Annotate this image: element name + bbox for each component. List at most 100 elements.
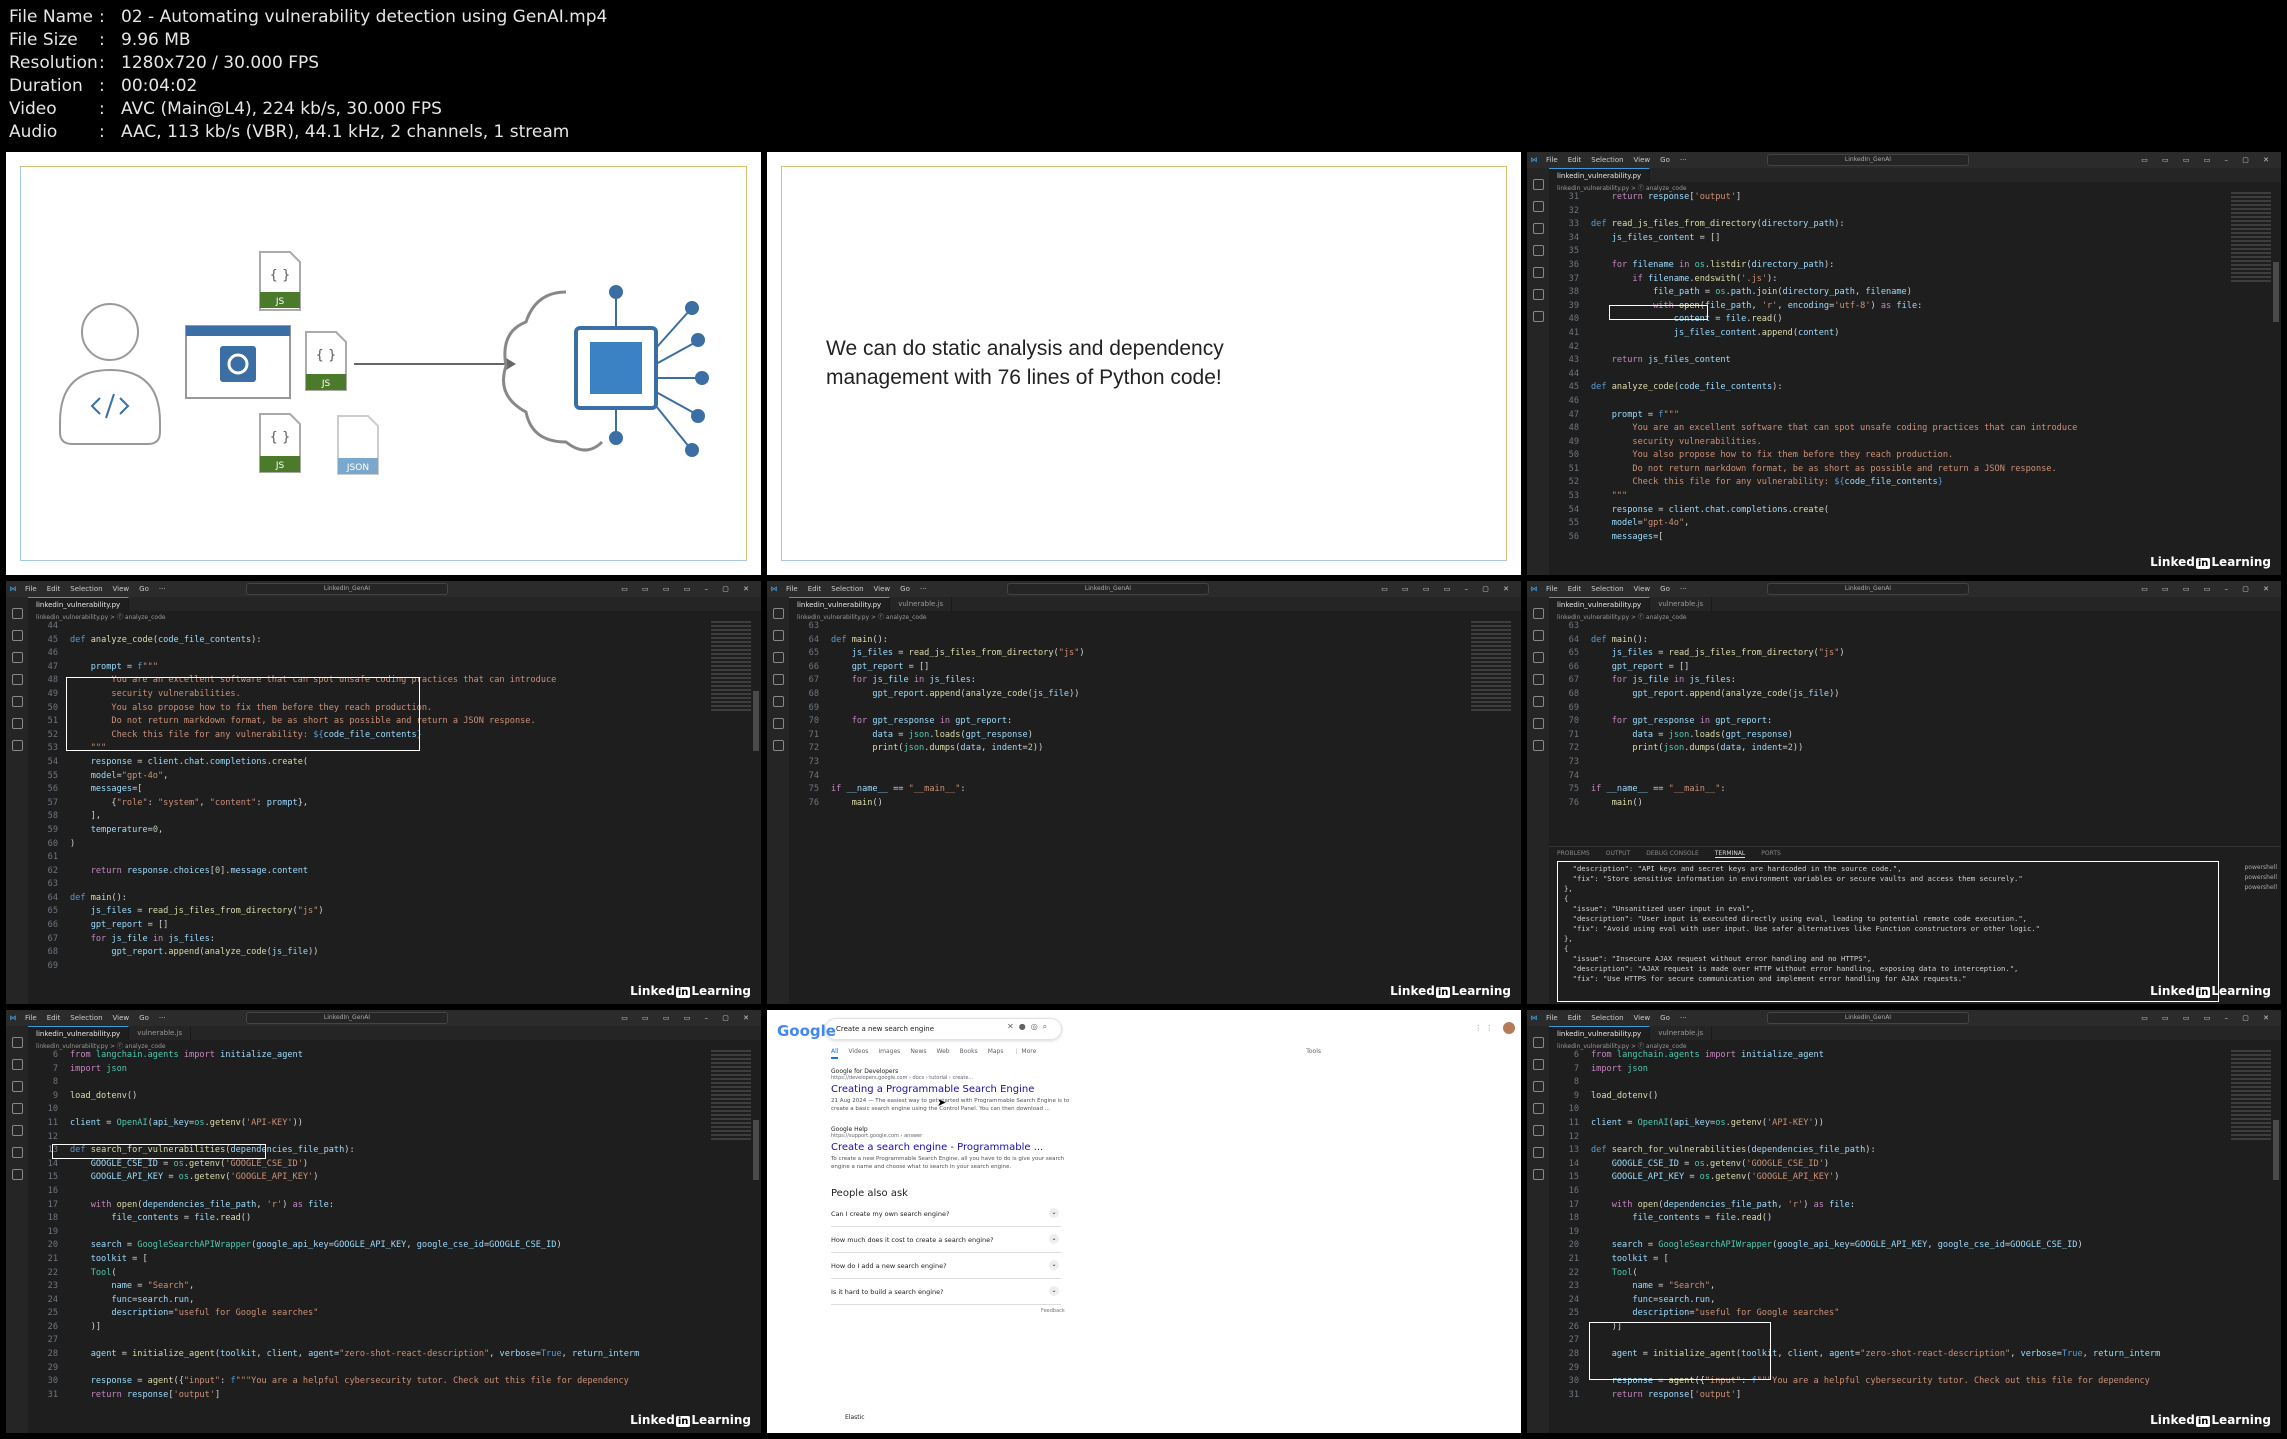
extensions-icon[interactable]: [11, 1125, 23, 1136]
menu-go[interactable]: Go: [1660, 585, 1670, 593]
run-debug-icon[interactable]: [1532, 674, 1544, 685]
terminal-instance[interactable]: powershell: [2245, 863, 2278, 873]
menu-file[interactable]: File: [25, 585, 37, 593]
menu-more[interactable]: ···: [1680, 1014, 1687, 1022]
source-control-icon[interactable]: [11, 652, 23, 663]
menu-selection[interactable]: Selection: [70, 585, 102, 593]
testing-icon[interactable]: [1532, 311, 1544, 322]
result-title-link[interactable]: Create a search engine - Programmable ..…: [831, 1142, 1071, 1153]
command-center-search[interactable]: LinkedIn_GenAI: [1767, 1012, 1969, 1024]
menu-more[interactable]: ···: [920, 585, 927, 593]
remote-icon[interactable]: [1532, 289, 1544, 300]
search-icon[interactable]: [1532, 1059, 1544, 1070]
remote-icon[interactable]: [772, 718, 784, 729]
explorer-icon[interactable]: [11, 1037, 23, 1048]
tab-linkedin-vulnerability[interactable]: linkedin_vulnerability.py: [28, 1026, 130, 1040]
tab-vulnerable-js[interactable]: vulnerable.js: [890, 597, 953, 611]
tab-problems[interactable]: PROBLEMS: [1557, 850, 1590, 857]
remote-icon[interactable]: [1532, 1147, 1544, 1158]
explorer-icon[interactable]: [1532, 179, 1544, 190]
tab-all[interactable]: All: [831, 1048, 839, 1059]
explorer-icon[interactable]: [1532, 1037, 1544, 1048]
tab-terminal[interactable]: TERMINAL: [1714, 850, 1746, 858]
command-center-search[interactable]: LinkedIn_GenAI: [1767, 154, 1969, 166]
menu-edit[interactable]: Edit: [1568, 1014, 1582, 1022]
menu-view[interactable]: View: [1634, 156, 1651, 164]
feedback-link[interactable]: Feedback: [1041, 1308, 1065, 1314]
menu-view[interactable]: View: [113, 585, 130, 593]
code-editor[interactable]: 6 from langchain.agents import initialize…: [28, 1049, 701, 1433]
testing-icon[interactable]: [1532, 740, 1544, 751]
menu-file[interactable]: File: [786, 585, 798, 593]
search-icon[interactable]: [11, 1059, 23, 1070]
menu-file[interactable]: File: [1546, 156, 1558, 164]
tab-debug-console[interactable]: DEBUG CONSOLE: [1646, 850, 1699, 857]
tab-vulnerable-js[interactable]: vulnerable.js: [1650, 597, 1713, 611]
menu-go[interactable]: Go: [900, 585, 910, 593]
tab-linkedin-vulnerability[interactable]: linkedin_vulnerability.py: [789, 597, 891, 611]
command-center-search[interactable]: LinkedIn_GenAI: [1007, 583, 1209, 595]
tab-ports[interactable]: PORTS: [1761, 850, 1781, 857]
tab-images[interactable]: Images: [878, 1048, 900, 1055]
window-controls[interactable]: ▭ ▭ ▭ ▭ – ▢ ✕: [2141, 156, 2275, 164]
tab-vulnerable-js[interactable]: vulnerable.js: [1650, 1026, 1713, 1040]
menu-file[interactable]: File: [25, 1014, 37, 1022]
menu-file[interactable]: File: [1546, 1014, 1558, 1022]
terminal-output[interactable]: "description": "API keys and secret keys…: [1557, 861, 2219, 1002]
lens-icon[interactable]: ◎: [1031, 1022, 1043, 1031]
menu-selection[interactable]: Selection: [1591, 1014, 1623, 1022]
menu-go[interactable]: Go: [139, 1014, 149, 1022]
tab-books[interactable]: Books: [960, 1048, 978, 1055]
tab-output[interactable]: OUTPUT: [1606, 850, 1630, 857]
explorer-icon[interactable]: [1532, 608, 1544, 619]
vertical-scrollbar[interactable]: [753, 691, 759, 751]
source-control-icon[interactable]: [1532, 223, 1544, 234]
menu-edit[interactable]: Edit: [47, 1014, 61, 1022]
tab-vulnerable-js[interactable]: vulnerable.js: [129, 1026, 192, 1040]
run-debug-icon[interactable]: [772, 674, 784, 685]
testing-icon[interactable]: [11, 1169, 23, 1180]
window-controls[interactable]: ▭ ▭ ▭ ▭ – ▢ ✕: [2141, 1014, 2275, 1022]
testing-icon[interactable]: [772, 740, 784, 751]
command-center-search[interactable]: LinkedIn_GenAI: [1767, 583, 1969, 595]
window-controls[interactable]: ▭ ▭ ▭ ▭ – ▢ ✕: [621, 1014, 755, 1022]
testing-icon[interactable]: [11, 740, 23, 751]
explorer-icon[interactable]: [11, 608, 23, 619]
search-icon[interactable]: [772, 630, 784, 641]
tab-more[interactable]: ⋮ More: [1013, 1048, 1036, 1055]
menu-more[interactable]: ···: [1680, 156, 1687, 164]
command-center-search[interactable]: LinkedIn_GenAI: [246, 583, 448, 595]
menu-more[interactable]: ···: [159, 585, 166, 593]
tab-linkedin-vulnerability[interactable]: linkedin_vulnerability.py: [28, 597, 130, 611]
extensions-icon[interactable]: [772, 696, 784, 707]
paa-question[interactable]: Can I create my own search engine? ⌄: [831, 1202, 1061, 1227]
run-debug-icon[interactable]: [1532, 1103, 1544, 1114]
run-debug-icon[interactable]: [11, 674, 23, 685]
menu-go[interactable]: Go: [139, 585, 149, 593]
extensions-icon[interactable]: [1532, 1125, 1544, 1136]
tab-maps[interactable]: Maps: [988, 1048, 1004, 1055]
result-title-link[interactable]: Creating a Programmable Search Engine: [831, 1084, 1071, 1095]
run-debug-icon[interactable]: [11, 1103, 23, 1114]
menu-view[interactable]: View: [1634, 1014, 1651, 1022]
menu-edit[interactable]: Edit: [1568, 585, 1582, 593]
tools-button[interactable]: Tools: [1306, 1048, 1321, 1055]
extensions-icon[interactable]: [1532, 696, 1544, 707]
search-icon[interactable]: [11, 630, 23, 641]
vertical-scrollbar[interactable]: [2273, 262, 2279, 322]
terminal-instance[interactable]: powershell: [2245, 873, 2278, 883]
search-icon[interactable]: [1532, 630, 1544, 641]
remote-icon[interactable]: [11, 718, 23, 729]
apps-grid-icon[interactable]: ⋮⋮: [1475, 1024, 1497, 1032]
menu-go[interactable]: Go: [1660, 1014, 1670, 1022]
menu-edit[interactable]: Edit: [808, 585, 822, 593]
menu-edit[interactable]: Edit: [1568, 156, 1582, 164]
code-editor[interactable]: 63 64 def main(): 65 js_files = read_js_f…: [789, 620, 1461, 1004]
search-icon[interactable]: ⌕: [1043, 1022, 1052, 1031]
mic-icon[interactable]: ●: [1019, 1022, 1031, 1031]
window-controls[interactable]: ▭ ▭ ▭ ▭ – ▢ ✕: [621, 585, 755, 593]
menu-selection[interactable]: Selection: [831, 585, 863, 593]
explorer-icon[interactable]: [772, 608, 784, 619]
paa-question[interactable]: Is it hard to build a search engine? ⌄: [831, 1280, 1061, 1305]
menu-file[interactable]: File: [1546, 585, 1558, 593]
